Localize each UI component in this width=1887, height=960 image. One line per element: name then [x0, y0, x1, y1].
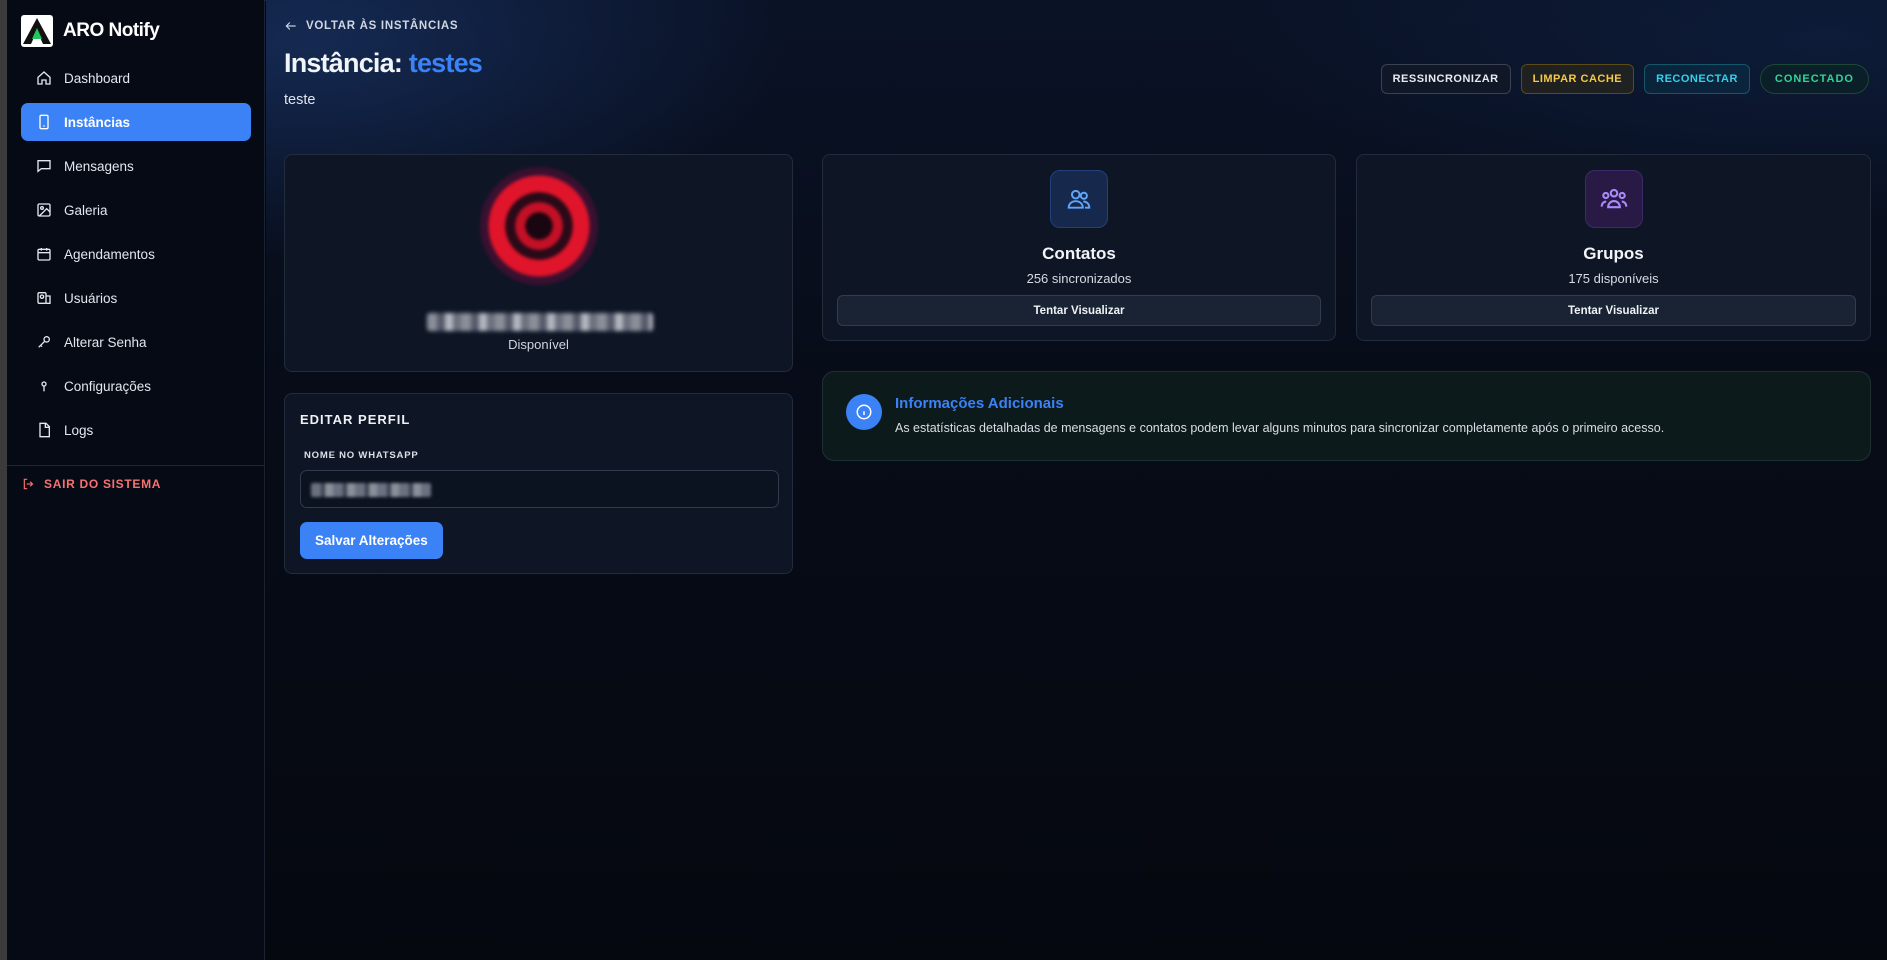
profile-card: Disponível — [284, 154, 793, 372]
view-groups-button[interactable]: Tentar Visualizar — [1371, 295, 1856, 326]
contacts-card: Contatos 256 sincronizados Tentar Visual… — [822, 154, 1336, 341]
whatsapp-name-input[interactable] — [300, 470, 779, 508]
sidebar-item-label: Usuários — [64, 290, 118, 306]
sidebar-item-label: Agendamentos — [64, 246, 155, 262]
sidebar-item-dashboard[interactable]: Dashboard — [21, 59, 251, 97]
sidebar-nav: Dashboard Instâncias Mensagens Galeria A… — [21, 59, 251, 455]
app-logo — [21, 15, 53, 47]
edit-profile-title: EDITAR PERFIL — [300, 412, 411, 427]
arrow-left-icon — [285, 22, 296, 30]
groups-title: Grupos — [1583, 244, 1644, 263]
instance-name: testes — [408, 48, 483, 78]
sidebar-divider — [7, 465, 264, 466]
sidebar-item-label: Alterar Senha — [64, 334, 147, 350]
contacts-icon — [1050, 170, 1108, 228]
instance-description: teste — [284, 92, 316, 108]
connection-status-badge: CONECTADO — [1759, 64, 1869, 94]
profile-status: Disponível — [508, 337, 569, 352]
groups-card: Grupos 175 disponíveis Tentar Visualizar — [1356, 154, 1871, 341]
profile-name-redacted — [427, 313, 653, 331]
reconnect-button[interactable]: RECONECTAR — [1644, 64, 1750, 94]
groups-icon — [1584, 170, 1643, 228]
edit-profile-card: EDITAR PERFIL NOME NO WHATSAPP Salvar Al… — [284, 393, 793, 574]
sidebar-item-mensagens[interactable]: Mensagens — [21, 147, 251, 185]
page-title-prefix: Instância: — [284, 48, 403, 78]
sidebar-item-label: Dashboard — [64, 70, 131, 86]
save-changes-button[interactable]: Salvar Alterações — [300, 522, 443, 559]
logout-button[interactable]: SAIR DO SISTEMA — [22, 477, 161, 491]
sidebar-item-galeria[interactable]: Galeria — [21, 191, 251, 229]
logout-icon — [23, 478, 34, 490]
sidebar-item-label: Galeria — [64, 202, 108, 218]
users-icon — [37, 292, 51, 304]
profile-avatar — [480, 167, 598, 285]
message-icon — [37, 160, 51, 173]
resync-button[interactable]: RESSINCRONIZAR — [1380, 64, 1511, 94]
info-icon — [846, 394, 882, 430]
back-to-instances-link[interactable]: VOLTAR ÀS INSTÂNCIAS — [284, 19, 458, 33]
sidebar-item-label: Configurações — [64, 378, 152, 394]
app-name: ARO Notify — [63, 20, 160, 41]
page-title: Instância: testes — [284, 48, 483, 79]
sidebar-item-label: Instâncias — [64, 114, 131, 130]
sidebar-item-usuarios[interactable]: Usuários — [21, 279, 251, 317]
smartphone-icon — [39, 114, 49, 130]
groups-count: 175 disponíveis — [1568, 271, 1659, 286]
sidebar-item-label: Mensagens — [64, 158, 134, 174]
back-link-label: VOLTAR ÀS INSTÂNCIAS — [306, 20, 459, 32]
view-contacts-button[interactable]: Tentar Visualizar — [837, 295, 1321, 326]
sidebar-item-label: Logs — [64, 422, 94, 438]
settings-icon — [41, 381, 47, 392]
instance-actions: RESSINCRONIZAR LIMPAR CACHE RECONECTAR C… — [1380, 64, 1869, 94]
image-icon — [37, 203, 51, 217]
logout-label: SAIR DO SISTEMA — [44, 477, 162, 491]
contacts-count: 256 sincronizados — [1026, 271, 1132, 286]
sidebar-item-logs[interactable]: Logs — [21, 411, 251, 449]
file-icon — [39, 422, 50, 438]
additional-info-card: Informações Adicionais As estatísticas d… — [822, 371, 1871, 461]
clear-cache-button[interactable]: LIMPAR CACHE — [1520, 64, 1635, 94]
key-icon — [38, 336, 50, 348]
calendar-icon — [37, 248, 51, 261]
sidebar-item-agendamentos[interactable]: Agendamentos — [21, 235, 251, 273]
sidebar-item-instancias[interactable]: Instâncias — [21, 103, 251, 141]
whatsapp-name-label: NOME NO WHATSAPP — [304, 450, 419, 461]
brand[interactable]: ARO Notify — [21, 15, 160, 47]
sidebar: ARO Notify Dashboard Instâncias Mensagen… — [7, 0, 265, 960]
window-frame — [0, 0, 7, 960]
sidebar-item-alterar-senha[interactable]: Alterar Senha — [21, 323, 251, 361]
info-text: As estatísticas detalhadas de mensagens … — [895, 421, 1665, 435]
contacts-title: Contatos — [1042, 244, 1116, 263]
info-title: Informações Adicionais — [895, 395, 1064, 412]
sidebar-item-configuracoes[interactable]: Configurações — [21, 367, 251, 405]
home-icon — [37, 71, 51, 85]
whatsapp-name-redacted — [311, 483, 431, 497]
main-content: VOLTAR ÀS INSTÂNCIAS Instância: testes t… — [266, 0, 1887, 960]
